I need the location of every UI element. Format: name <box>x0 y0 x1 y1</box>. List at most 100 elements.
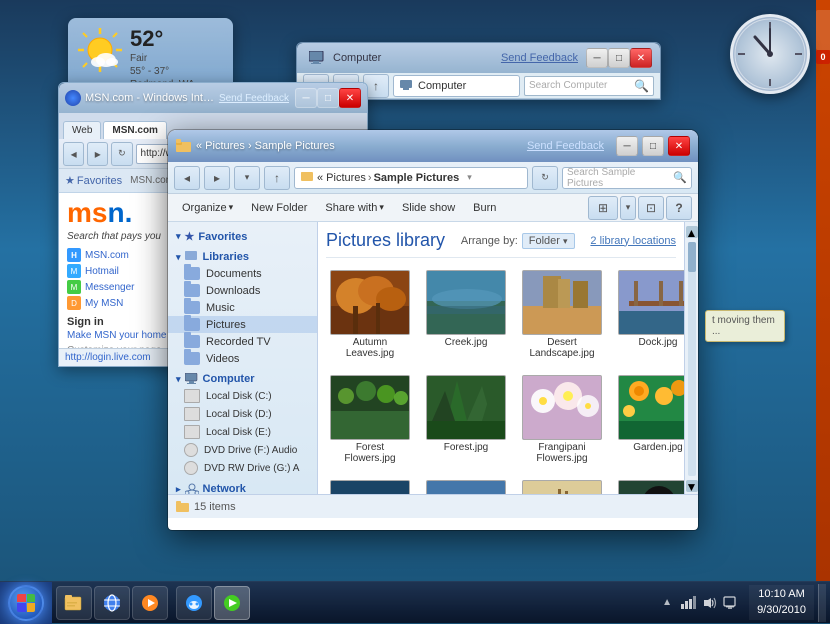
explorer-menu-bar: Organize ▾ New Folder Share with ▾ Slide… <box>168 194 698 222</box>
explorer-address-bar[interactable]: « Pictures › Sample Pictures ▾ <box>294 167 528 189</box>
thumbnail-humpback-img <box>426 480 506 494</box>
taskbar-media-btn[interactable] <box>132 586 168 620</box>
scroll-up-btn[interactable]: ▲ <box>686 226 698 238</box>
show-desktop-btn[interactable] <box>818 584 826 622</box>
sidebar-network-header[interactable]: ▸ Network <box>168 481 317 494</box>
explorer-back-btn[interactable]: ◂ <box>174 166 200 190</box>
explorer-title: « Pictures › Sample Pictures <box>196 140 523 152</box>
ie-tab-web[interactable]: Web <box>63 121 101 139</box>
thumbnail-forest-flowers[interactable]: ForestFlowers.jpg <box>326 371 414 468</box>
explorer-close-btn[interactable]: ✕ <box>668 136 690 156</box>
wmp-taskbar-icon <box>222 593 242 613</box>
clock-display[interactable]: 10:10 AM 9/30/2010 <box>749 585 814 620</box>
taskbar-explorer-btn[interactable] <box>56 586 92 620</box>
explorer-maximize-btn[interactable]: □ <box>642 136 664 156</box>
computer-send-feedback[interactable]: Send Feedback <box>501 52 578 64</box>
scroll-thumb[interactable] <box>688 242 696 272</box>
explorer-scrollbar[interactable]: ▲ ▼ <box>684 222 698 494</box>
ie-maximize-btn[interactable]: □ <box>317 88 339 108</box>
computer-close-btn[interactable]: ✕ <box>630 48 652 68</box>
gadget-sidebar-tab[interactable] <box>816 10 830 50</box>
win-logo-yellow <box>27 603 36 612</box>
ie-star-icon: ★ <box>65 174 75 187</box>
thumbnail-desert-img <box>522 270 602 335</box>
show-hidden-icons-btn[interactable]: ▲ <box>659 594 675 612</box>
sidebar-item-disk-d[interactable]: Local Disk (D:) <box>168 405 317 423</box>
computer-address-field[interactable]: Computer <box>393 75 520 97</box>
thumbnail-oryx[interactable]: Oryx <box>518 476 606 494</box>
explorer-nav-toolbar: ◂ ▸ ▾ ↑ « Pictures › Sample Pictures ▾ ↻… <box>168 162 698 194</box>
thumbnail-garden[interactable]: Garden.jpg <box>614 371 684 468</box>
sidebar-item-disk-e[interactable]: Local Disk (E:) <box>168 423 317 441</box>
documents-folder-icon <box>184 267 200 280</box>
action-center-icon[interactable] <box>723 596 737 610</box>
taskbar-msn-btn[interactable] <box>176 586 212 620</box>
view-toggle-btn[interactable]: ⊞ <box>588 196 618 220</box>
sidebar-item-dvd-g[interactable]: DVD RW Drive (G:) A <box>168 459 317 477</box>
thumbnail-desert[interactable]: DesertLandscape.jpg <box>518 266 606 363</box>
network-tray-icon[interactable] <box>681 596 697 610</box>
statusbar-count: 15 items <box>194 501 236 513</box>
thumbnail-autumn[interactable]: AutumnLeaves.jpg <box>326 266 414 363</box>
messenger-icon: M <box>67 264 81 278</box>
start-button[interactable] <box>0 582 52 624</box>
sidebar-item-videos[interactable]: Videos <box>168 350 317 367</box>
library-title: Pictures library <box>326 230 445 251</box>
library-locations-link[interactable]: 2 library locations <box>590 235 676 247</box>
taskbar-ie-btn[interactable] <box>94 586 130 620</box>
thumbnail-dock[interactable]: Dock.jpg <box>614 266 684 363</box>
burn-btn[interactable]: Burn <box>465 200 504 216</box>
organize-menu-btn[interactable]: Organize ▾ <box>174 200 241 216</box>
computer-search-box[interactable]: Search Computer 🔍 <box>524 76 654 96</box>
explorer-minimize-btn[interactable]: ─ <box>616 136 638 156</box>
sidebar-libraries-header[interactable]: ▾ Libraries <box>168 249 317 265</box>
explorer-search-box[interactable]: Search Sample Pictures 🔍 <box>562 167 692 189</box>
toucan-image <box>619 481 684 494</box>
ie-forward-btn[interactable]: ▸ <box>87 142 108 166</box>
explorer-up-btn[interactable]: ↑ <box>264 166 290 190</box>
sidebar-item-disk-c[interactable]: Local Disk (C:) <box>168 387 317 405</box>
ie-minimize-btn[interactable]: ─ <box>295 88 317 108</box>
ie-tab-msn[interactable]: MSN.com <box>103 121 167 139</box>
computer-maximize-btn[interactable]: □ <box>608 48 630 68</box>
computer-sidebar-icon <box>185 373 199 385</box>
thumbnail-creek[interactable]: Creek.jpg <box>422 266 510 363</box>
sidebar-item-music[interactable]: Music <box>168 299 317 316</box>
preview-pane-btn[interactable]: ⊡ <box>638 196 664 220</box>
sidebar-item-pictures[interactable]: Pictures <box>168 316 317 333</box>
thumbnail-greensea[interactable]: Green Sea <box>326 476 414 494</box>
taskbar-wmp-btn[interactable] <box>214 586 250 620</box>
sidebar-item-dvd-f[interactable]: DVD Drive (F:) Audio <box>168 441 317 459</box>
explorer-send-feedback[interactable]: Send Feedback <box>527 140 604 152</box>
share-with-btn[interactable]: Share with ▾ <box>317 200 392 216</box>
thumbnail-frangipani-label: FrangipaniFlowers.jpg <box>536 442 587 464</box>
folder-option-btn[interactable]: Folder ▾ <box>522 233 575 249</box>
sidebar-computer-header[interactable]: ▾ Computer <box>168 371 317 387</box>
explorer-recent-btn[interactable]: ▾ <box>234 166 260 190</box>
view-dropdown-btn[interactable]: ▾ <box>620 196 636 220</box>
thumbnail-toucan[interactable]: Toco Toucan.jpg <box>614 476 684 494</box>
sidebar-item-downloads[interactable]: Downloads <box>168 282 317 299</box>
arrange-by-control[interactable]: Arrange by: Folder ▾ <box>461 233 575 249</box>
ie-favorites-btn[interactable]: ★ Favorites <box>65 174 122 187</box>
explorer-forward-btn[interactable]: ▸ <box>204 166 230 190</box>
ie-send-feedback[interactable]: Send Feedback <box>219 93 289 104</box>
sound-tray-icon[interactable] <box>703 596 717 610</box>
sidebar-item-documents[interactable]: Documents <box>168 265 317 282</box>
library-header: Pictures library Arrange by: Folder ▾ 2 … <box>326 230 676 258</box>
thumbnail-humpback[interactable]: Humpback <box>422 476 510 494</box>
ie-back-btn[interactable]: ◂ <box>63 142 84 166</box>
sidebar-favorites-header[interactable]: ▾ ★ Favorites <box>168 228 317 245</box>
scroll-down-btn[interactable]: ▼ <box>686 480 698 492</box>
thumbnail-forest[interactable]: Forest.jpg <box>422 371 510 468</box>
new-folder-btn[interactable]: New Folder <box>243 200 315 216</box>
explorer-addr-dropdown[interactable]: ▾ <box>467 172 472 183</box>
help-btn[interactable]: ? <box>666 196 692 220</box>
sidebar-item-recorded-tv[interactable]: Recorded TV <box>168 333 317 350</box>
ie-close-btn[interactable]: ✕ <box>339 88 361 108</box>
explorer-refresh-btn[interactable]: ↻ <box>532 166 558 190</box>
thumbnail-frangipani[interactable]: FrangipaniFlowers.jpg <box>518 371 606 468</box>
ie-refresh-btn[interactable]: ↻ <box>111 142 132 166</box>
computer-minimize-btn[interactable]: ─ <box>586 48 608 68</box>
slideshow-btn[interactable]: Slide show <box>394 200 463 216</box>
